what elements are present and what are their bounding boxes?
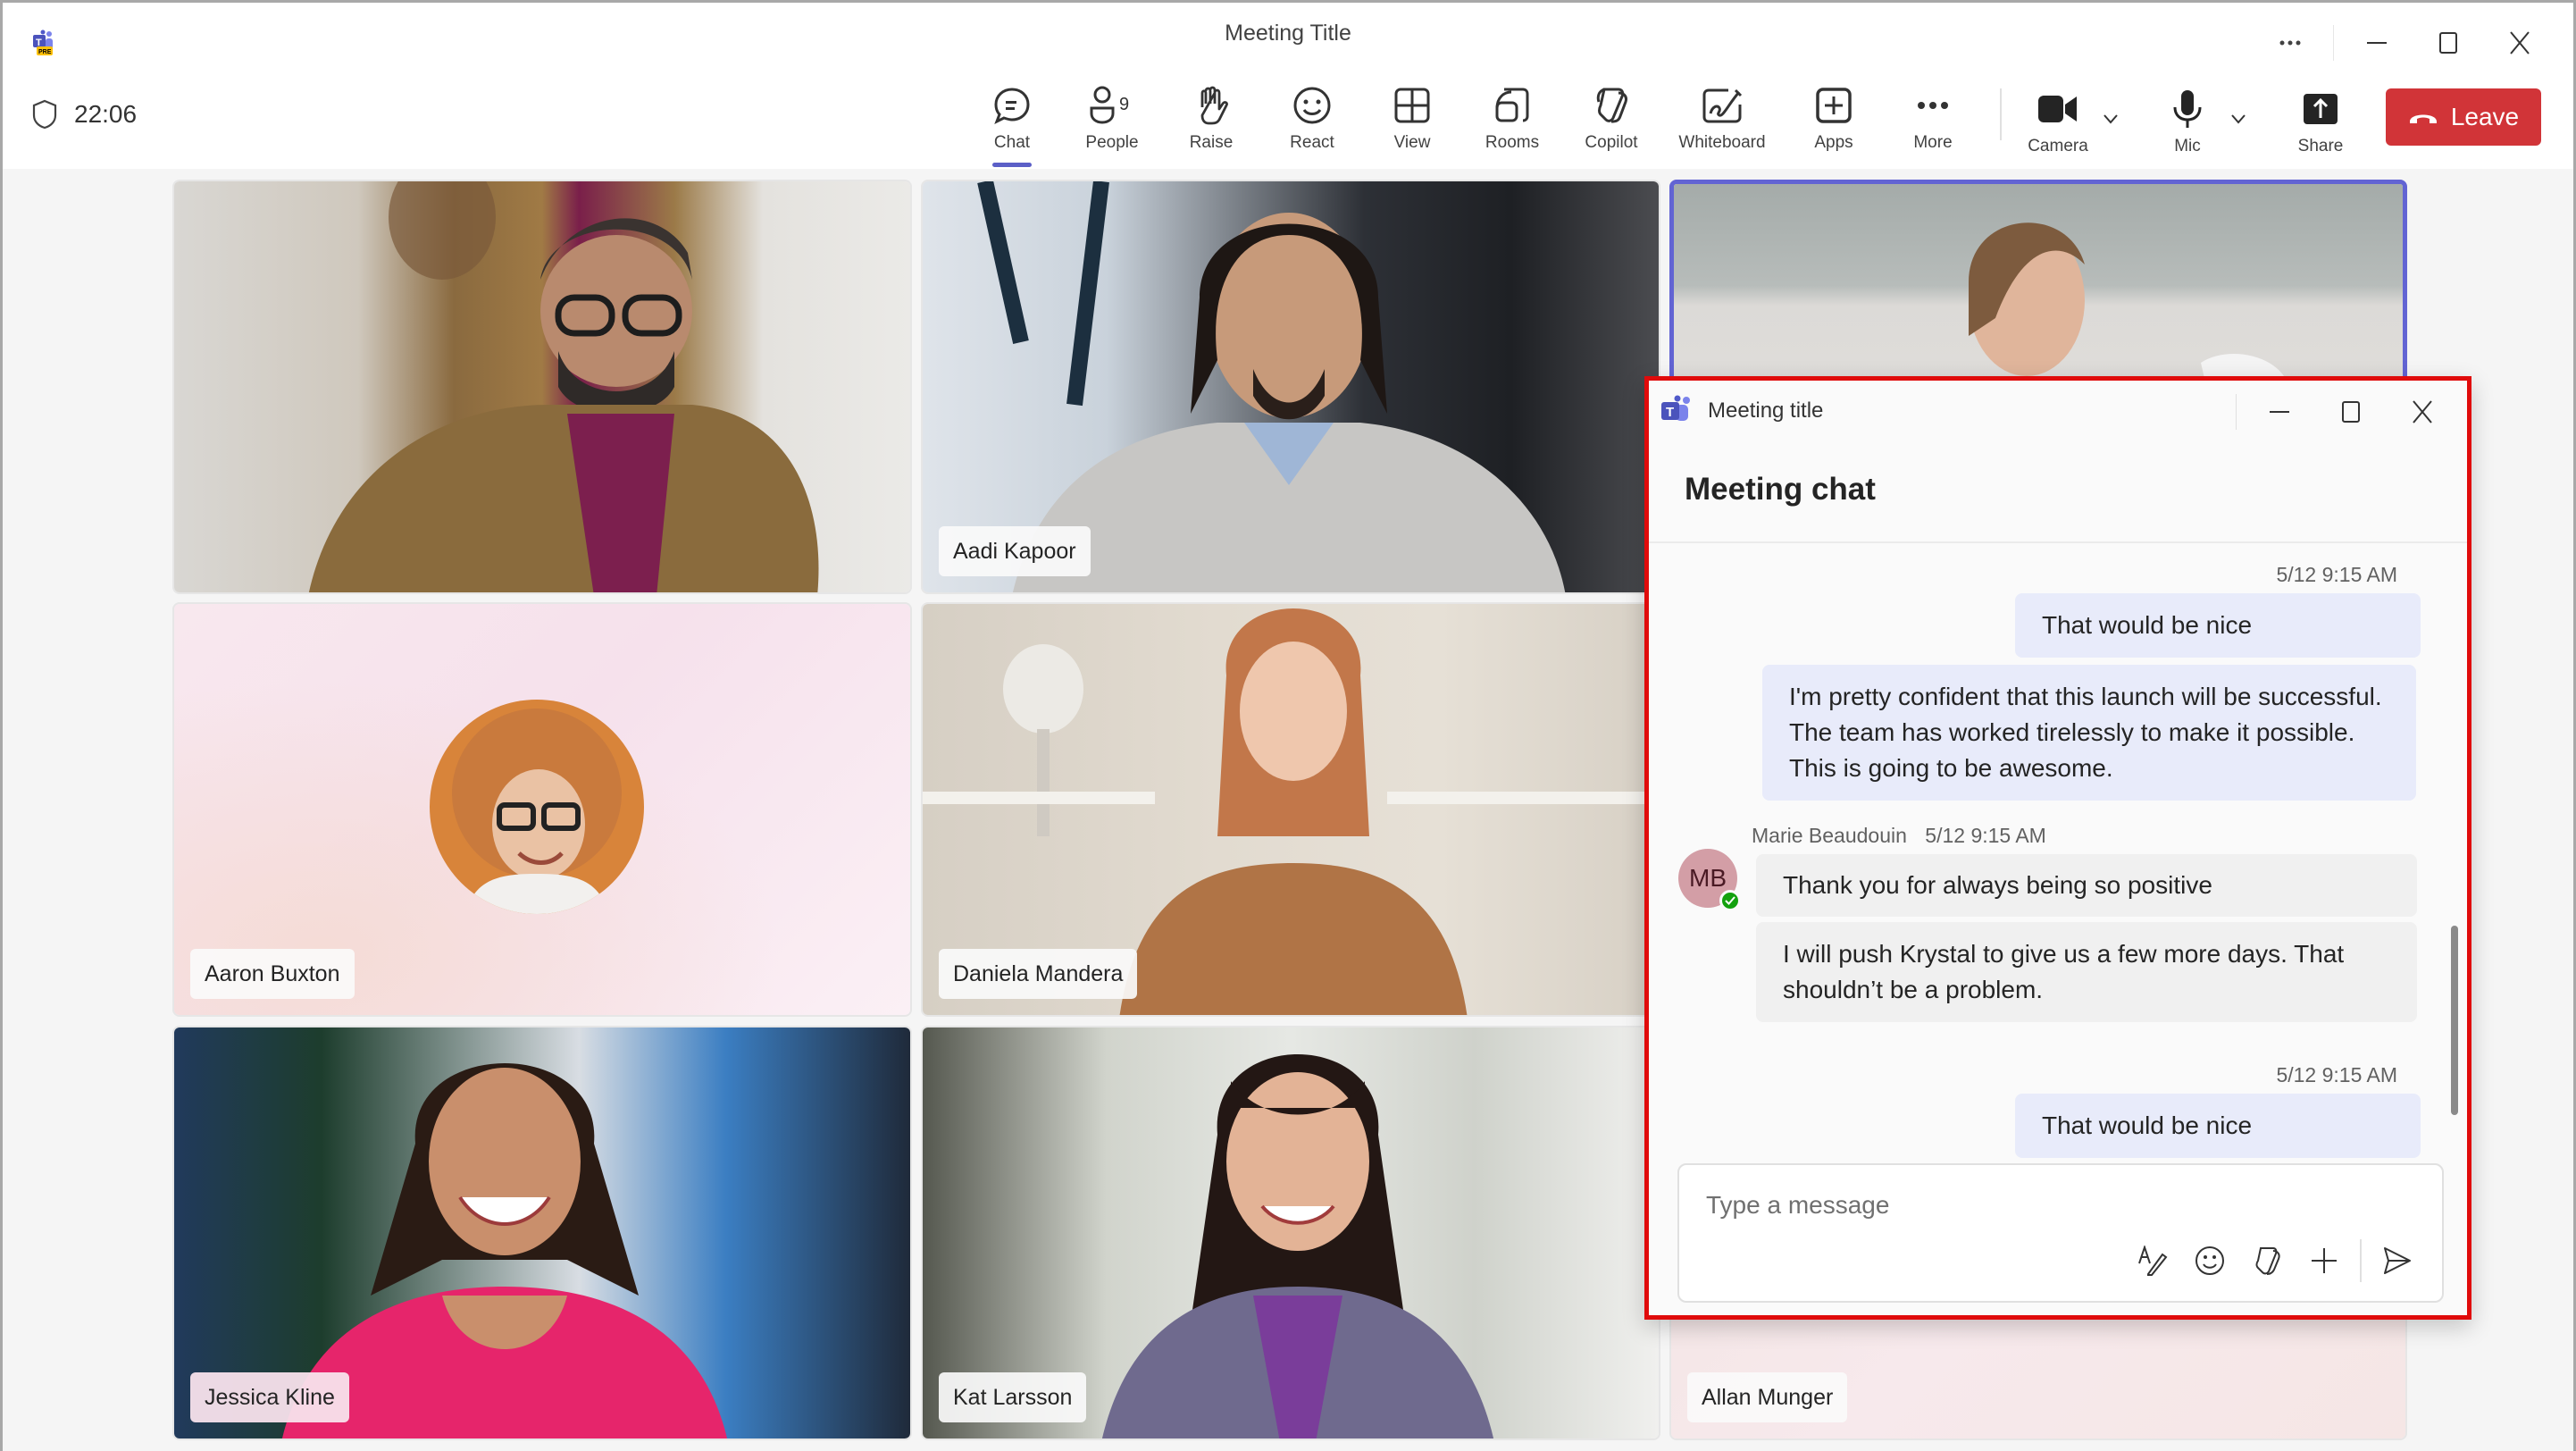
attach-button[interactable] [2296,1237,2353,1285]
divider [2236,394,2237,430]
close-icon [2510,31,2530,55]
person-silhouette [308,181,819,592]
message-timestamp: 5/12 9:15 AM [2276,1063,2397,1086]
message-bubble-other[interactable]: I will push Krystal to give us a few mor… [1756,922,2417,1022]
share-label: Share [2297,137,2344,155]
emoji-button[interactable] [2181,1237,2238,1285]
ellipsis-icon [2279,40,2301,46]
message-bubble-self[interactable]: I'm pretty confident that this launch wi… [1762,665,2416,801]
chat-maximize-button[interactable] [2315,388,2387,436]
share-button[interactable]: Share [2276,87,2365,164]
participant-tile[interactable]: Aaron Buxton [172,602,912,1017]
chat-window-controls [2236,388,2458,436]
copilot-icon [2255,1247,2280,1275]
leave-button[interactable]: Leave [2386,88,2541,146]
message-input[interactable] [1706,1183,2331,1228]
minimize-icon [2367,42,2387,44]
participant-tile[interactable] [172,180,912,594]
camera-label: Camera [2028,137,2088,155]
participant-name-label: Allan Munger [1687,1372,1848,1422]
maximize-icon [2342,401,2360,423]
chevron-down-icon [2231,114,2246,124]
participant-tile[interactable]: Daniela Mandera [921,602,1660,1017]
participant-name-label: Kat Larsson [939,1372,1087,1422]
presence-available-icon [1719,890,1741,911]
participant-name-label: Aadi Kapoor [939,526,1091,576]
minimize-icon [2270,411,2289,413]
chat-scrollbar[interactable] [2451,926,2458,1120]
participant-tile[interactable]: Jessica Kline [172,1026,912,1440]
participant-tile[interactable]: Aadi Kapoor [921,180,1660,594]
mic-label: Mic [2174,137,2201,155]
message-list: 5/12 9:15 AM That would be nice I'm pret… [1649,543,2467,1231]
chat-window-title: Meeting title [1708,398,1824,423]
composer-toolbar [2124,1237,2426,1285]
message-bubble-self[interactable]: That would be nice [2015,1094,2421,1158]
minimize-button[interactable] [2341,21,2413,65]
camera-icon [2038,96,2077,122]
copilot-button[interactable] [2238,1237,2296,1285]
message-composer [1677,1163,2444,1303]
participant-name-label: Aaron Buxton [190,949,355,999]
mic-options-chevron[interactable] [2227,110,2250,128]
svg-text:T: T [1666,405,1674,420]
format-button[interactable] [2124,1237,2181,1285]
message-bubble-self[interactable]: That would be nice [2015,593,2421,658]
svg-text:PRE: PRE [38,49,52,55]
window-controls [2254,21,2555,65]
maximize-button[interactable] [2413,21,2484,65]
mic-icon [2173,90,2202,128]
close-button[interactable] [2484,21,2555,65]
chat-close-button[interactable] [2387,388,2458,436]
sender-name: Marie Beaudouin [1752,824,1907,847]
avatar-initials: MB [1689,864,1727,892]
title-bar: T PRE Meeting Title 22:06 Chat 9 People … [3,3,2573,169]
format-icon [2138,1246,2168,1276]
more-options-button[interactable] [2254,21,2326,65]
share-icon [2304,94,2338,124]
send-icon [2384,1247,2411,1274]
mic-button[interactable]: Mic [2143,87,2232,164]
chat-popout-window: T Meeting title Meeting chat 5/12 9:15 A… [1644,376,2471,1320]
close-icon [2413,400,2432,424]
participant-name-label: Daniela Mandera [939,949,1138,999]
chat-header: Meeting chat [1685,472,1876,507]
participant-tile[interactable]: Kat Larsson [921,1026,1660,1440]
chat-minimize-button[interactable] [2244,388,2315,436]
divider [2333,25,2334,61]
device-controls: Camera Mic Share [3,83,2573,160]
avatar[interactable]: MB [1678,849,1741,911]
maximize-icon [2439,32,2457,54]
message-sender-line: Marie Beaudouin 5/12 9:15 AM [1752,824,2046,848]
hang-up-icon [2409,114,2437,123]
chat-window-title-bar: T Meeting title [1649,381,2467,443]
emoji-icon [2195,1246,2224,1275]
teams-logo-icon: T [1660,395,1692,430]
camera-options-chevron[interactable] [2099,110,2122,128]
message-timestamp: 5/12 9:15 AM [1925,824,2046,847]
leave-label: Leave [2450,103,2520,130]
meeting-title: Meeting Title [1225,21,1351,46]
participant-name-label: Jessica Kline [190,1372,349,1422]
attach-plus-icon [2312,1248,2337,1273]
message-bubble-other[interactable]: Thank you for always being so positive [1756,854,2417,917]
send-button[interactable] [2369,1237,2426,1285]
teams-meeting-window: T PRE Meeting Title 22:06 Chat 9 People … [0,0,2576,1451]
message-timestamp: 5/12 9:15 AM [2276,563,2397,586]
participant-video [174,181,910,592]
participant-avatar [430,700,644,914]
avatar-photo [430,700,644,914]
camera-button[interactable]: Camera [2013,87,2103,164]
divider [2360,1239,2362,1282]
chevron-down-icon [2103,114,2118,124]
